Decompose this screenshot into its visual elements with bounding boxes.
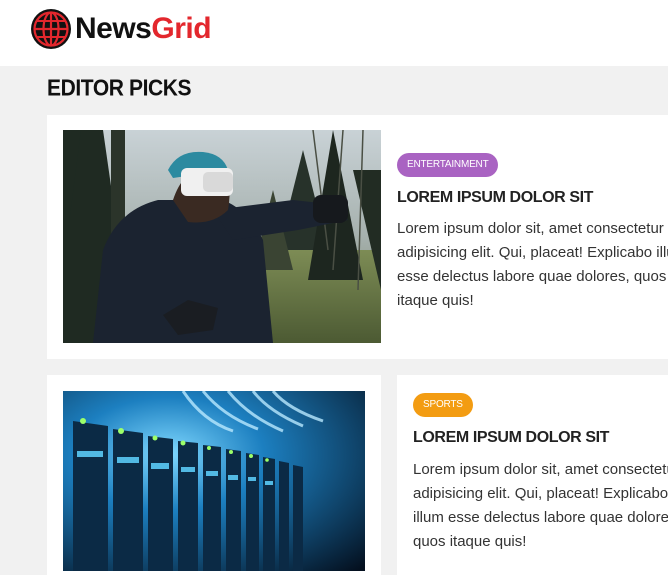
server-rack-image bbox=[63, 391, 365, 571]
excerpt-line: itaque quis! bbox=[397, 292, 474, 309]
globe-icon bbox=[31, 9, 71, 49]
post-image[interactable] bbox=[63, 130, 381, 343]
brand-name-news: News bbox=[75, 12, 152, 45]
vr-headset-image bbox=[63, 130, 381, 343]
excerpt-line: Lorem ipsum dolor sit, amet consectetur bbox=[397, 220, 664, 237]
brand-name: NewsGrid bbox=[75, 12, 212, 45]
post-title[interactable]: LOREM IPSUM DOLOR SIT bbox=[413, 429, 609, 447]
excerpt-line: adipisicing elit. Qui, placeat! Explicab… bbox=[397, 244, 668, 261]
site-header: NewsGrid bbox=[0, 0, 668, 66]
excerpt-line: illum esse delectus labore quae dolores, bbox=[413, 509, 668, 526]
post-image[interactable] bbox=[63, 391, 365, 571]
category-badge[interactable]: ENTERTAINMENT bbox=[397, 153, 499, 177]
site-logo[interactable]: NewsGrid bbox=[30, 8, 212, 50]
excerpt-line: esse delectus labore quae dolores, quos bbox=[397, 268, 667, 285]
excerpt-line: quos itaque quis! bbox=[413, 533, 527, 550]
section-title: EDITOR PICKS bbox=[47, 76, 192, 101]
brand-name-grid: Grid bbox=[151, 12, 212, 45]
excerpt-line: adipisicing elit. Qui, placeat! Explicab… bbox=[413, 485, 668, 502]
post-excerpt: Lorem ipsum dolor sit, amet consectetur … bbox=[397, 217, 668, 313]
post-title[interactable]: LOREM IPSUM DOLOR SIT bbox=[397, 189, 593, 207]
post-excerpt: Lorem ipsum dolor sit, amet consectetur … bbox=[413, 458, 668, 554]
excerpt-line: Lorem ipsum dolor sit, amet consectetur bbox=[413, 461, 668, 478]
category-badge[interactable]: SPORTS bbox=[413, 393, 473, 417]
